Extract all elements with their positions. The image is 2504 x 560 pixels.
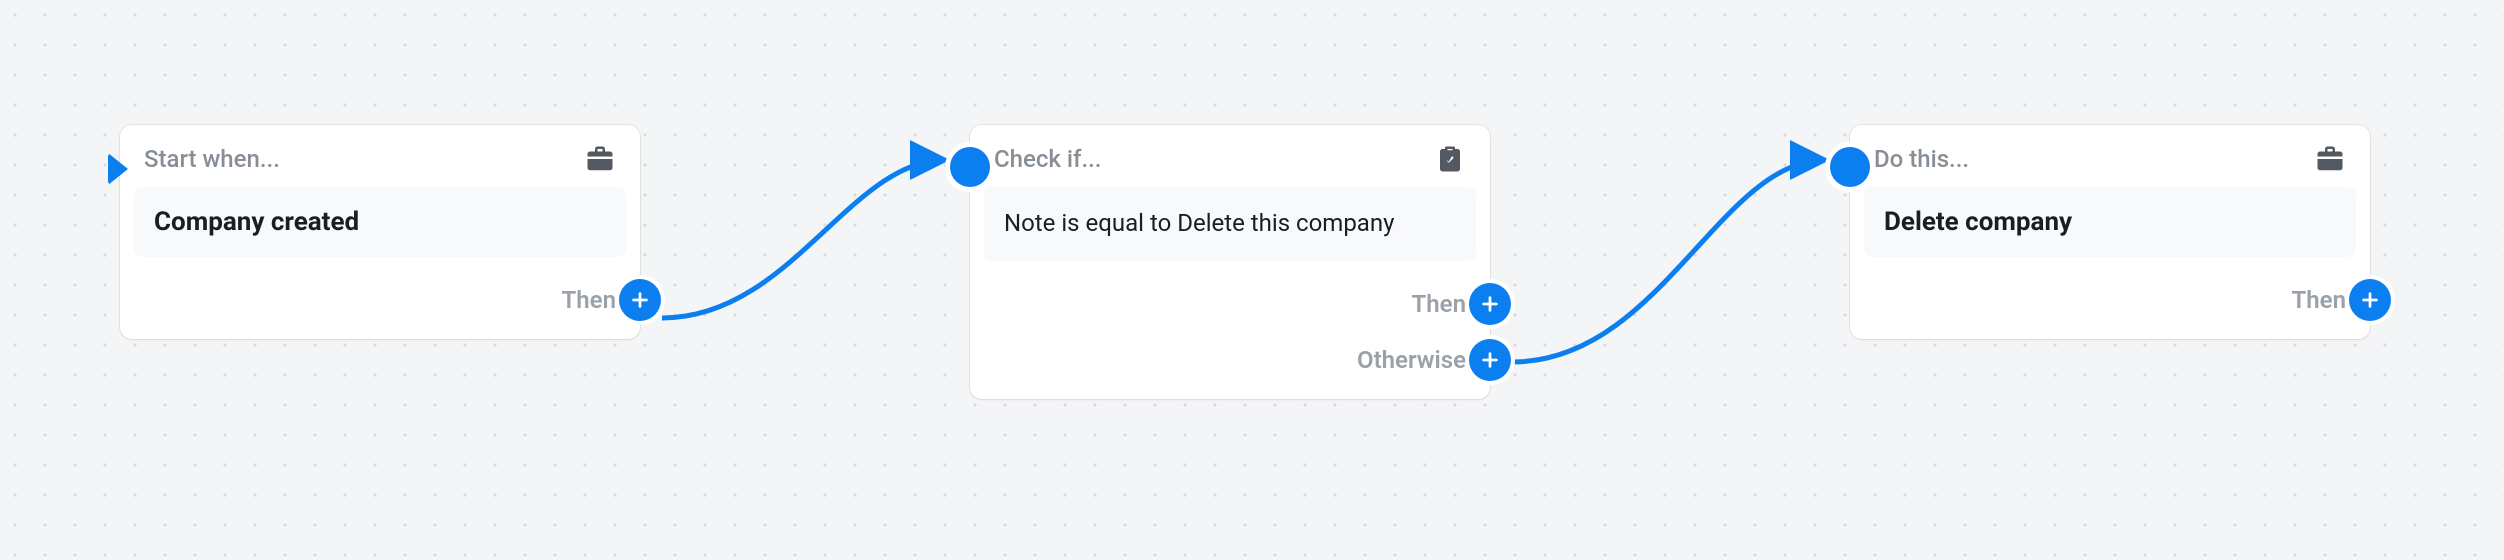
add-step-button[interactable]	[619, 279, 661, 321]
output-label: Otherwise	[1357, 346, 1466, 374]
node-header-label: Start when...	[144, 145, 280, 173]
play-icon	[108, 153, 128, 185]
briefcase-icon	[2314, 143, 2346, 175]
output-label: Then	[562, 286, 616, 314]
action-label: Delete company	[1884, 207, 2336, 237]
add-step-button[interactable]	[1469, 339, 1511, 381]
output-then: Then	[1412, 283, 1476, 325]
node-body: Delete company	[1864, 187, 2356, 257]
node-footer: Then	[1850, 271, 2370, 339]
add-step-button[interactable]	[2349, 279, 2391, 321]
output-otherwise: Otherwise	[1357, 339, 1476, 381]
output-label: Then	[1412, 290, 1466, 318]
node-header: Check if...	[970, 125, 1490, 187]
condition-expression-label: Note is equal to Delete this company	[1004, 207, 1456, 241]
node-condition[interactable]: Check if... Note is equal to Delete this…	[970, 125, 1490, 399]
output-label: Then	[2292, 286, 2346, 314]
node-action[interactable]: Do this... Delete company Then	[1850, 125, 2370, 339]
connector-1	[662, 160, 945, 318]
entry-dot-icon	[950, 147, 990, 187]
node-footer: Then	[120, 271, 640, 339]
connector-2	[1512, 160, 1825, 362]
node-header: Do this...	[1850, 125, 2370, 187]
node-header: Start when...	[120, 125, 640, 187]
trigger-event-label: Company created	[154, 207, 606, 237]
node-header-label: Do this...	[1874, 145, 1969, 173]
node-header-label: Check if...	[994, 145, 1101, 173]
add-step-button[interactable]	[1469, 283, 1511, 325]
node-body: Note is equal to Delete this company	[984, 187, 1476, 261]
node-body: Company created	[134, 187, 626, 257]
output-then: Then	[562, 279, 626, 321]
workflow-canvas[interactable]: Start when... Company created Then	[0, 0, 2504, 560]
entry-dot-icon	[1830, 147, 1870, 187]
node-trigger[interactable]: Start when... Company created Then	[120, 125, 640, 339]
output-then: Then	[2292, 279, 2356, 321]
briefcase-icon	[584, 143, 616, 175]
clipboard-check-icon	[1434, 143, 1466, 175]
node-footer: Then Otherwise	[970, 275, 1490, 399]
